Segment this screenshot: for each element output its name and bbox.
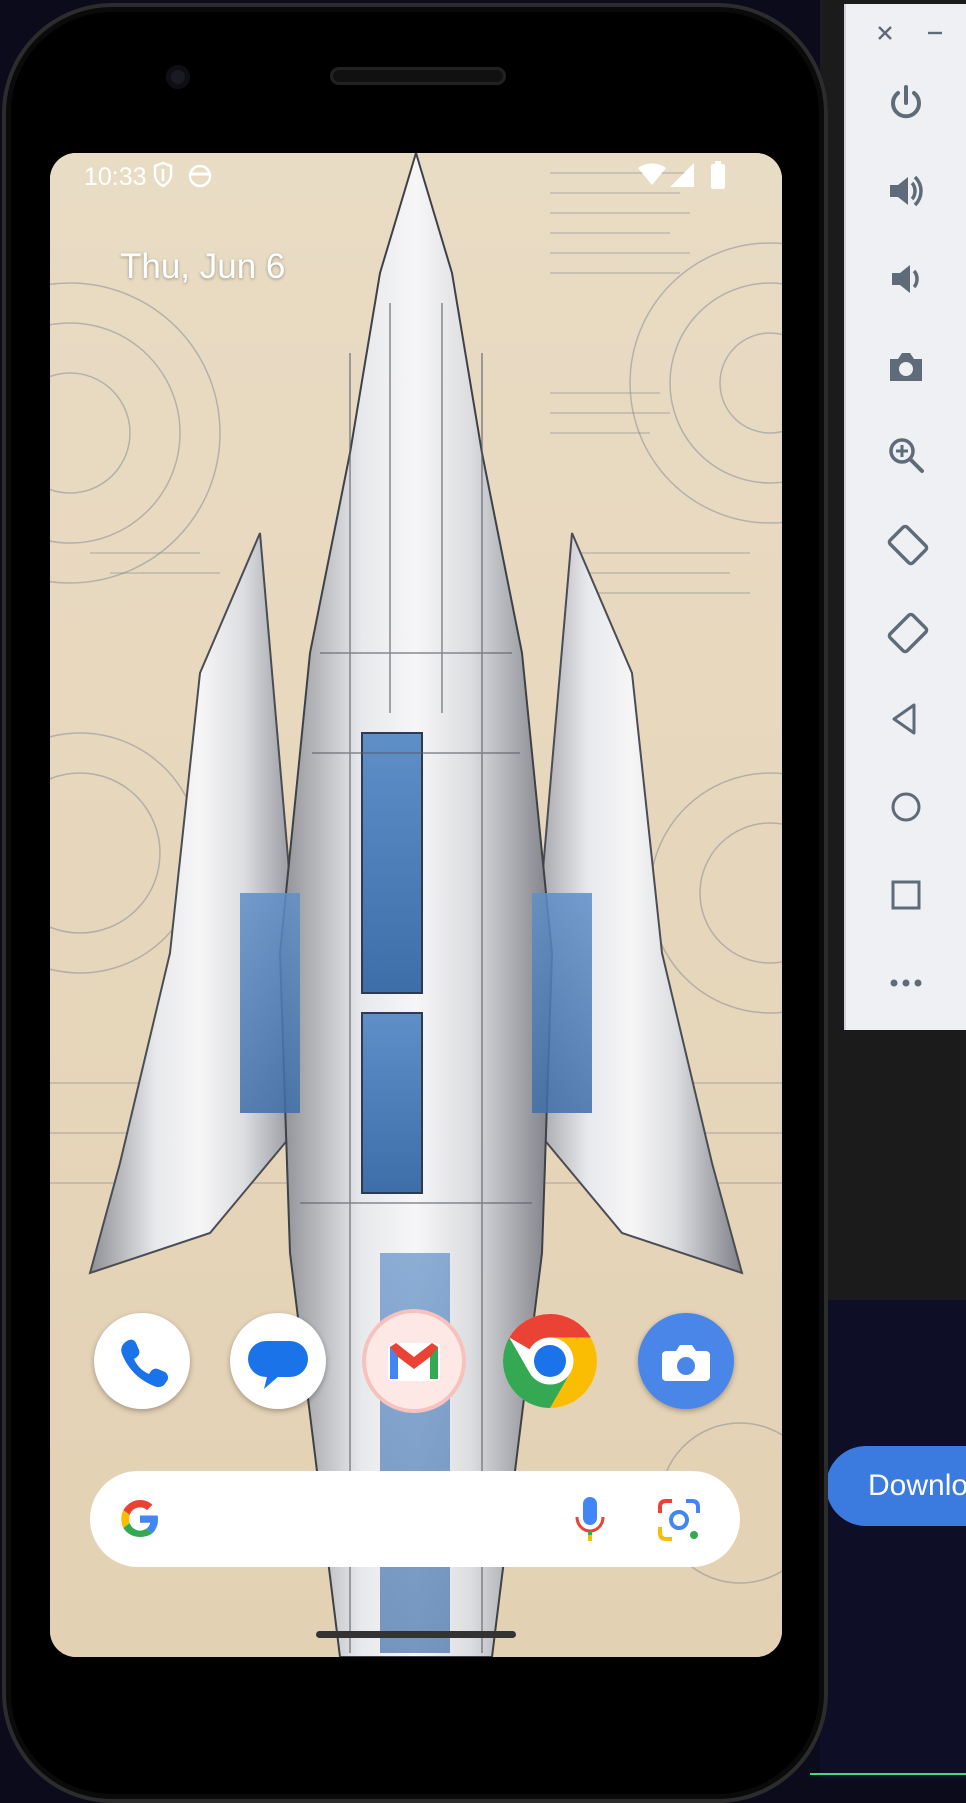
lens-icon[interactable] (656, 1497, 702, 1548)
minimize-icon[interactable] (920, 18, 950, 48)
vpn-shield-icon (152, 161, 174, 194)
back-icon (892, 703, 916, 735)
power-icon (891, 85, 921, 119)
earpiece-speaker (330, 67, 506, 85)
status-time: 10:33 (84, 163, 147, 191)
camera-app-icon[interactable] (638, 1313, 734, 1409)
wallpaper-image (50, 153, 782, 1657)
power-button[interactable] (846, 68, 966, 138)
rotate-left-icon (887, 524, 929, 566)
gmail-app-icon[interactable] (366, 1313, 462, 1409)
screenshot-button[interactable] (846, 332, 966, 402)
status-bar: 10:33 (50, 153, 782, 199)
rotate-right-button[interactable] (846, 596, 966, 666)
volume-up-icon (890, 175, 923, 207)
phone-app-icon[interactable] (94, 1313, 190, 1409)
download-button[interactable]: Downlo (826, 1446, 966, 1526)
host-window-panel (820, 1300, 966, 1780)
google-g-icon (118, 1497, 162, 1546)
phone-frame: 10:33 Thu, Jun 6 (2, 3, 828, 1803)
rotate-right-icon (887, 612, 929, 654)
chrome-app-icon[interactable] (502, 1313, 598, 1409)
gesture-navigation-bar[interactable] (316, 1631, 516, 1638)
more-button[interactable] (846, 948, 966, 1018)
messages-app-icon[interactable] (230, 1313, 326, 1409)
volume-down-icon (892, 265, 919, 293)
zoom-button[interactable] (846, 420, 966, 490)
zoom-icon (889, 438, 924, 473)
android-notification-icon (186, 161, 214, 194)
battery-icon (710, 161, 726, 194)
close-icon[interactable] (870, 18, 900, 48)
back-button[interactable] (846, 684, 966, 754)
at-a-glance-date[interactable]: Thu, Jun 6 (120, 247, 285, 287)
home-icon (891, 792, 921, 822)
home-button[interactable] (846, 772, 966, 842)
rotate-left-button[interactable] (846, 508, 966, 578)
volume-up-button[interactable] (846, 156, 966, 226)
screenshot-icon (890, 353, 922, 381)
emulator-toolbar (844, 4, 966, 1030)
volume-down-button[interactable] (846, 244, 966, 314)
more-icon (890, 979, 922, 987)
cellular-signal-icon (670, 163, 694, 192)
phone-screen[interactable]: 10:33 Thu, Jun 6 (50, 153, 782, 1657)
google-search-bar[interactable] (90, 1471, 740, 1567)
mic-icon[interactable] (574, 1495, 606, 1550)
host-window-accent-line (810, 1773, 966, 1775)
wifi-icon (638, 163, 666, 192)
overview-button[interactable] (846, 860, 966, 930)
overview-icon (891, 880, 921, 910)
front-camera (166, 65, 190, 89)
